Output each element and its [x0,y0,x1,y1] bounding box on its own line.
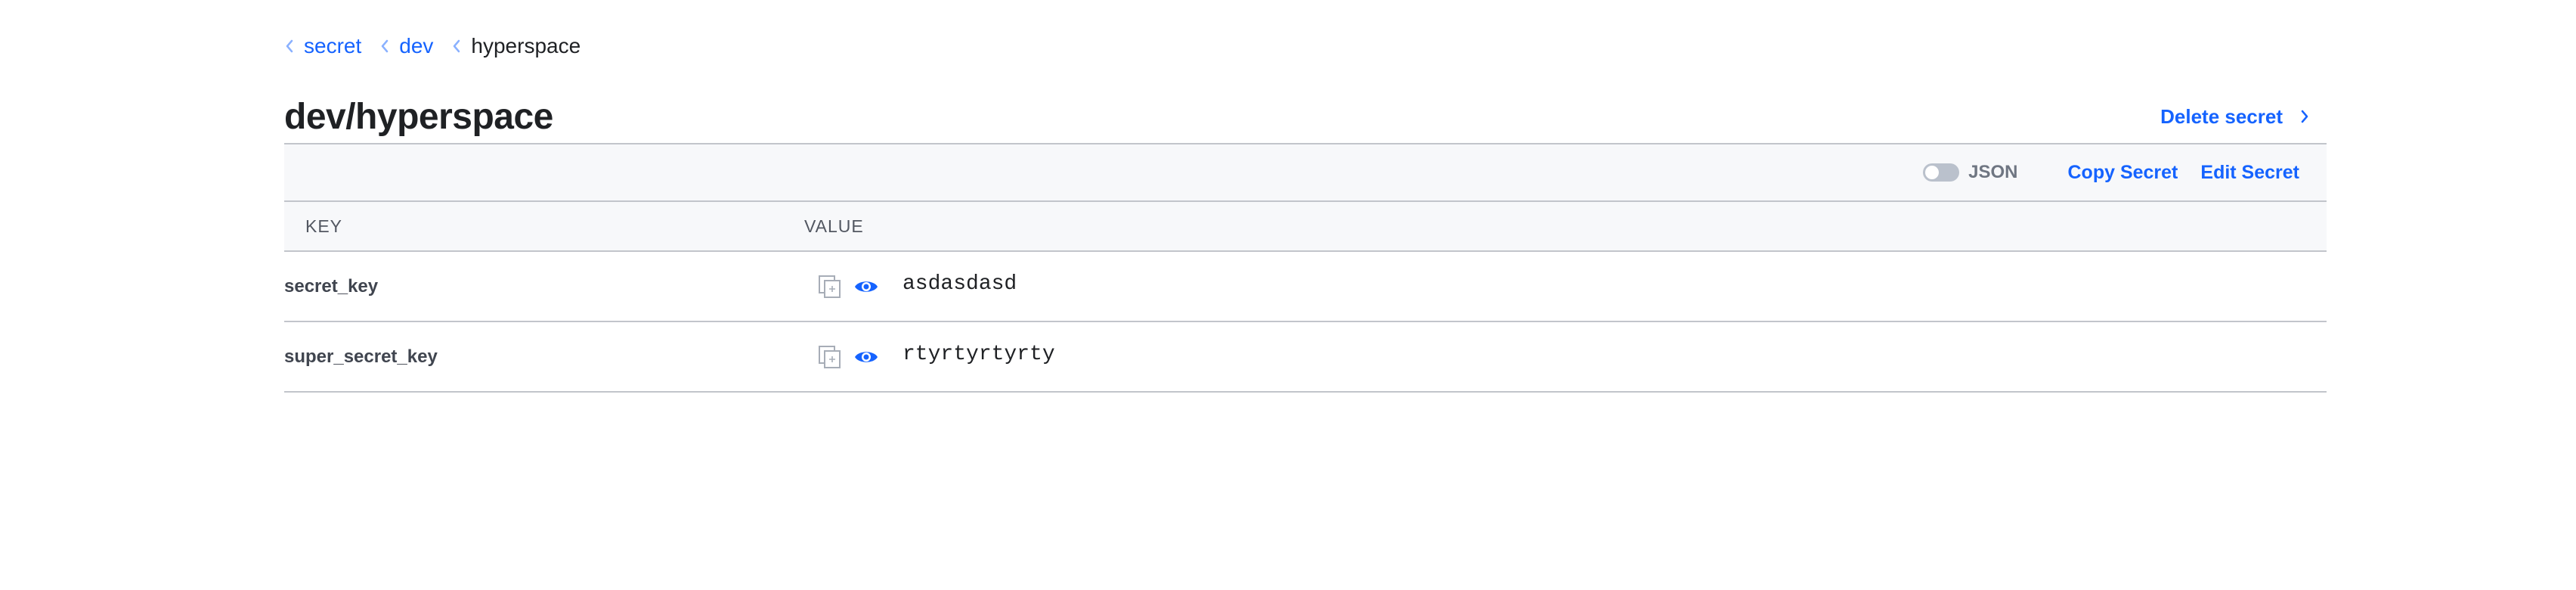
page-title: dev/hyperspace [284,96,553,137]
chevron-left-icon [379,38,390,54]
chevron-left-icon [284,38,295,54]
row-key: secret_key [284,275,379,297]
copy-icon[interactable] [816,343,844,371]
chevron-right-icon [2299,108,2310,125]
row-actions [816,322,889,391]
breadcrumb-item-secret[interactable]: secret [284,34,361,58]
secret-detail-page: secret dev hyperspace dev/hyperspace Del… [0,0,2576,590]
edit-secret-button[interactable]: Edit Secret [2200,162,2299,184]
column-header-key: KEY [305,216,343,236]
table-header: KEY VALUE [284,202,2327,252]
breadcrumb-item-dev[interactable]: dev [379,34,433,58]
secret-toolbar: JSON Copy Secret Edit Secret [284,143,2327,202]
row-value: rtyrtyrtyrty [903,343,1055,366]
page-header: dev/hyperspace Delete secret [284,91,2327,142]
copy-secret-button[interactable]: Copy Secret [2068,162,2178,184]
breadcrumb-link-secret[interactable]: secret [304,34,361,58]
row-actions [816,252,889,321]
column-header-value: VALUE [804,216,864,236]
toggle-knob [1925,166,1940,179]
row-value: asdasdasd [903,272,1017,296]
delete-secret-button[interactable]: Delete secret [2160,105,2310,129]
json-toggle[interactable]: JSON [1923,162,2018,183]
table-row: super_secret_key rtyrtyrtyrty [284,322,2327,393]
chevron-left-icon [451,38,462,54]
eye-icon[interactable] [853,273,880,300]
breadcrumb-item-current: hyperspace [451,34,581,58]
json-toggle-switch[interactable] [1923,163,1960,182]
copy-icon[interactable] [816,273,844,300]
row-key: super_secret_key [284,346,438,367]
table-row: secret_key asdasdasd [284,252,2327,322]
delete-secret-label: Delete secret [2160,104,2283,128]
breadcrumb-current-label: hyperspace [471,34,581,57]
breadcrumb: secret dev hyperspace [284,30,599,62]
eye-icon[interactable] [853,343,880,371]
breadcrumb-link-dev[interactable]: dev [399,34,433,58]
json-toggle-label: JSON [1968,162,2018,182]
